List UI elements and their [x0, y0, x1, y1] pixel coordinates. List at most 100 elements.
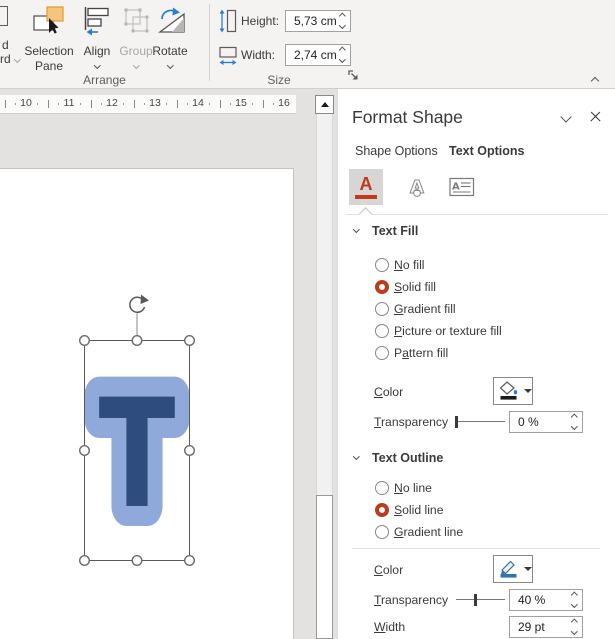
- handle-top-right[interactable]: [183, 335, 195, 347]
- radio-row-pattern-fill[interactable]: Pattern fill: [338, 343, 615, 363]
- outline-transparency-increment-button[interactable]: [571, 592, 578, 599]
- ruler-tick: [122, 103, 124, 105]
- align-label: Align: [83, 44, 111, 58]
- height-decrement-button[interactable]: [339, 22, 346, 29]
- radio-row-gradient-fill[interactable]: Gradient fill: [338, 299, 615, 319]
- ruler-tick: [262, 100, 264, 108]
- fill-transparency-row: Transparency 0 %: [338, 411, 615, 433]
- radio-icon[interactable]: [375, 324, 389, 338]
- outline-transparency-input[interactable]: 40 %: [509, 589, 583, 611]
- radio-row-gradient-line[interactable]: Gradient line: [338, 522, 615, 542]
- radio-icon[interactable]: [375, 258, 389, 272]
- handle-bottom-center[interactable]: [131, 555, 143, 567]
- outline-width-input[interactable]: 29 pt: [509, 616, 583, 638]
- fill-transparency-increment-button[interactable]: [571, 414, 578, 421]
- fill-transparency-input[interactable]: 0 %: [509, 411, 583, 433]
- radio-row-solid-fill[interactable]: Solid fill: [338, 277, 615, 297]
- tab-textbox[interactable]: A: [447, 171, 477, 203]
- fill-color-button[interactable]: [493, 377, 533, 405]
- handle-middle-right[interactable]: [183, 444, 195, 456]
- ruler-tick: [90, 100, 92, 108]
- fill-transparency-slider-handle[interactable]: [455, 416, 458, 428]
- radio-icon[interactable]: [375, 280, 389, 294]
- radio-row-picture-fill[interactable]: Picture or texture fill: [338, 321, 615, 341]
- radio-icon[interactable]: [375, 481, 389, 495]
- shape-selection-overlay: T: [79, 294, 195, 567]
- ruler-number: 14: [192, 97, 204, 109]
- app-window: d rd Selection Pane Align Group Rotate H…: [0, 0, 615, 639]
- outline-color-button[interactable]: [493, 555, 533, 583]
- width-icon: [219, 46, 237, 65]
- group-icon: [124, 8, 149, 33]
- width-input[interactable]: 2,74 cm: [285, 44, 351, 66]
- selection-pane-label-line1: Selection: [24, 44, 74, 58]
- arrange-group-label: Arrange: [83, 73, 126, 87]
- scroll-up-button[interactable]: [315, 95, 334, 114]
- text-shape-letter[interactable]: T: [81, 351, 192, 560]
- paint-bucket-icon: [499, 381, 518, 400]
- handle-bottom-left[interactable]: [79, 555, 91, 567]
- outline-width-decrement-button[interactable]: [571, 628, 578, 635]
- document-canvas: 10 11 12 13 14 15 16 T: [0, 89, 337, 639]
- width-decrement-button[interactable]: [339, 56, 346, 63]
- height-field-label: Height:: [241, 14, 280, 28]
- horizontal-ruler: 10 11 12 13 14 15 16: [0, 95, 296, 114]
- radio-icon[interactable]: [375, 302, 389, 316]
- outline-transparency-label: Transparency: [374, 593, 449, 607]
- radio-row-solid-line[interactable]: Solid line: [338, 500, 615, 520]
- outline-width-row: Width 29 pt: [338, 616, 615, 638]
- height-icon: [219, 9, 237, 33]
- radio-row-no-fill[interactable]: No fill: [338, 255, 615, 275]
- fill-transparency-decrement-button[interactable]: [571, 423, 578, 430]
- fill-transparency-value: 0 %: [518, 415, 539, 429]
- ruler-tick: [208, 103, 210, 105]
- handle-middle-left[interactable]: [79, 444, 91, 456]
- panel-collapse-button[interactable]: [560, 111, 572, 123]
- outline-transparency-slider-handle[interactable]: [473, 594, 477, 606]
- handle-top-left[interactable]: [79, 335, 91, 347]
- width-increment-button[interactable]: [339, 47, 346, 54]
- ruler-tick: [36, 103, 38, 105]
- vertical-scrollbar-thumb[interactable]: [316, 495, 333, 639]
- handle-bottom-right[interactable]: [183, 555, 195, 567]
- height-increment-button[interactable]: [339, 13, 346, 20]
- text-shape[interactable]: T: [81, 351, 192, 560]
- handle-top-center[interactable]: [131, 335, 143, 347]
- ruler-tick: [251, 103, 253, 105]
- section-divider: [352, 548, 600, 549]
- outline-width-value: 29 pt: [518, 620, 545, 634]
- size-dialog-launcher-button[interactable]: [347, 69, 361, 83]
- clipped-ribbon-button[interactable]: rd: [0, 52, 21, 66]
- text-outline-section-header[interactable]: Text Outline: [338, 450, 615, 468]
- text-fill-section-header[interactable]: Text Fill: [338, 223, 615, 241]
- ruler-number: 16: [278, 97, 290, 109]
- ruler-number: 13: [149, 97, 161, 109]
- align-icon: [84, 7, 109, 36]
- selection-pane-icon: [33, 6, 64, 34]
- radio-row-no-line[interactable]: No line: [338, 478, 615, 498]
- panel-close-button[interactable]: [588, 109, 604, 125]
- radio-icon[interactable]: [375, 503, 389, 517]
- height-value: 5,73 cm: [294, 14, 337, 28]
- tab-text-effects[interactable]: A: [402, 171, 432, 203]
- tab-shape-options[interactable]: Shape Options: [355, 144, 438, 158]
- ruler-tick: [176, 100, 178, 108]
- collapse-ribbon-button[interactable]: [590, 76, 600, 86]
- height-input[interactable]: 5,73 cm: [285, 10, 351, 32]
- rotate-handle-arrowhead[interactable]: [140, 294, 150, 305]
- width-value: 2,74 cm: [294, 48, 337, 62]
- outline-transparency-slider-track[interactable]: [456, 599, 505, 601]
- outline-width-increment-button[interactable]: [571, 619, 578, 626]
- triangle-up-icon: [320, 102, 329, 107]
- fill-transparency-slider-track[interactable]: [456, 421, 505, 423]
- ribbon-group-divider: [209, 4, 210, 81]
- tab-text-options[interactable]: Text Options: [449, 144, 524, 158]
- outline-transparency-decrement-button[interactable]: [571, 601, 578, 608]
- fill-color-label: Color: [374, 385, 404, 399]
- dropdown-arrow-icon: [524, 389, 532, 393]
- radio-icon[interactable]: [375, 525, 389, 539]
- radio-icon[interactable]: [375, 346, 389, 360]
- tab-text-fill-outline[interactable]: A: [349, 169, 383, 205]
- selected-tab-notch: [359, 207, 372, 220]
- ruler-number: 10: [20, 97, 32, 109]
